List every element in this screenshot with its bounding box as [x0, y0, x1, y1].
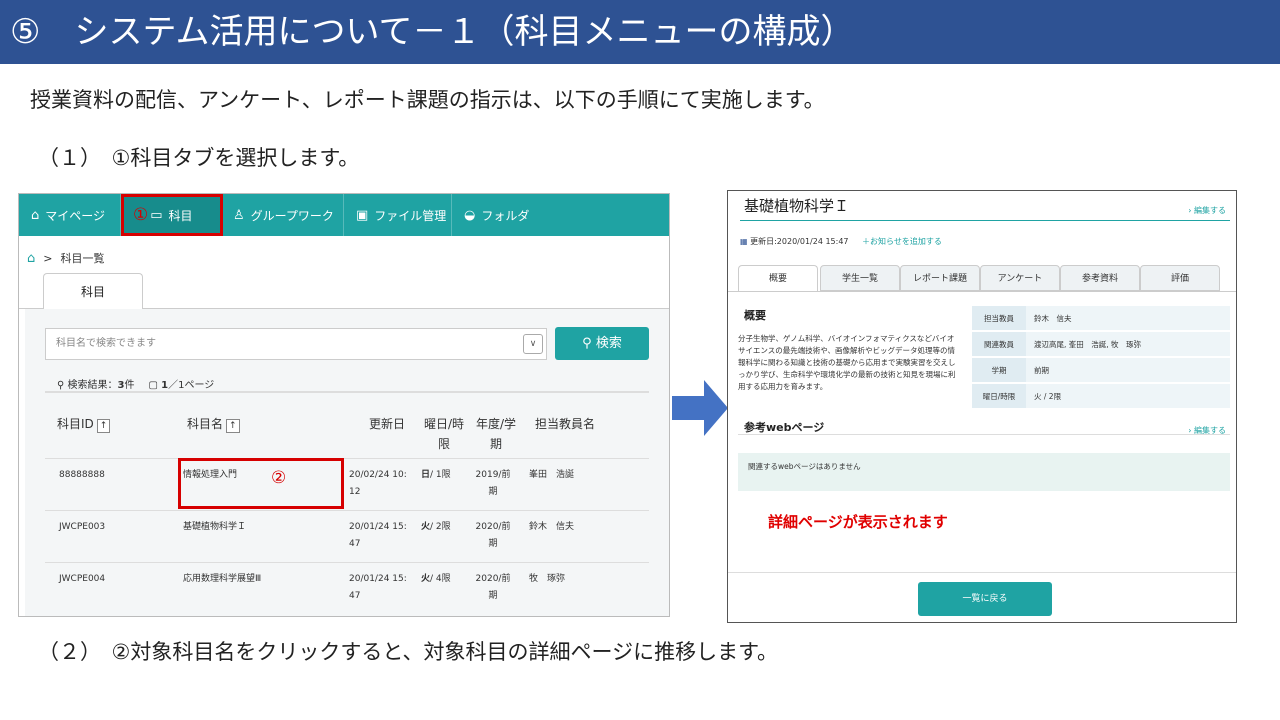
- cell-updated: 20/02/24 10: 12: [349, 470, 407, 497]
- nav-folder[interactable]: ◒ フォルダ: [452, 194, 541, 236]
- step2-text: （２） ②対象科目名をクリックすると、対象科目の詳細ページに推移します。: [38, 640, 778, 664]
- cell-year-term: 2019/前 期: [475, 470, 511, 497]
- info-row: 学期 前期: [972, 358, 1230, 384]
- cell-teacher: 峯田 浩誕: [529, 470, 575, 480]
- cell-updated: 20/01/24 15: 47: [349, 574, 407, 601]
- info-row: 関連教員 渡辺高尾, 峯田 浩誕, 牧 琢弥: [972, 332, 1230, 358]
- group-icon: ♙: [233, 207, 245, 223]
- intro-text: 授業資料の配信、アンケート、レポート課題の指示は、以下の手順にて実施します。: [30, 88, 825, 112]
- tab-materials[interactable]: 参考資料: [1060, 265, 1140, 291]
- tab-reports[interactable]: レポート課題: [900, 265, 980, 291]
- updated-date: ▦ 更新日:2020/01/24 15:47: [740, 237, 849, 246]
- breadcrumb: ⌂ > 科目一覧: [27, 250, 104, 266]
- cell-updated: 20/01/24 15: 47: [349, 522, 407, 549]
- slide-title: ⑤ システム活用について－１（科目メニューの構成）: [0, 0, 1280, 64]
- tab-overview[interactable]: 概要: [738, 265, 818, 292]
- info-row: 担当教員 鈴木 信夫: [972, 306, 1230, 332]
- page-total: ／1ページ: [168, 380, 215, 391]
- col-header-updated: 更新日: [369, 417, 406, 431]
- course-name-link[interactable]: 基礎植物科学Ｉ: [183, 519, 246, 536]
- calendar-icon: ▦: [740, 237, 748, 246]
- home-icon: ⌂: [31, 207, 40, 223]
- cell-teacher: 鈴木 信夫: [529, 522, 575, 532]
- cell-day-period: 火/ 2限: [421, 522, 451, 532]
- cell-id: JWCPE003: [59, 522, 106, 532]
- search-icon: ⚲: [57, 380, 65, 391]
- nav-label: ファイル管理: [374, 208, 447, 223]
- col-header-teacher: 担当教員名: [535, 417, 596, 431]
- course-name-link[interactable]: 応用数理科学展望Ⅲ: [183, 571, 261, 588]
- result-label: 検索結果：: [67, 380, 118, 391]
- course-title: 基礎植物科学Ｉ: [744, 197, 850, 215]
- tab-divider: [728, 291, 1236, 292]
- breadcrumb-current: 科目一覧: [60, 252, 105, 265]
- tab-students[interactable]: 学生一覧: [820, 265, 900, 291]
- overview-heading: 概要: [744, 309, 766, 322]
- col-header-name[interactable]: 科目名 ↑: [187, 414, 240, 434]
- page-icon: ▢: [148, 380, 158, 391]
- highlight-course-tab: [121, 194, 223, 236]
- nav-label: グループワーク: [250, 208, 334, 223]
- course-detail-screenshot: 基礎植物科学Ｉ › 編集する ▦ 更新日:2020/01/24 15:47 ＋お…: [727, 190, 1237, 623]
- nav-mypage[interactable]: ⌂ マイページ: [19, 194, 121, 236]
- search-icon: ⚲: [582, 336, 592, 351]
- result-count-unit: 件: [124, 380, 135, 391]
- step1-text: （１） ①科目タブを選択します。: [38, 146, 360, 170]
- nav-label: フォルダ: [481, 208, 530, 223]
- col-header-id[interactable]: 科目ID ↑: [57, 414, 111, 434]
- web-heading: 参考webページ: [744, 421, 825, 434]
- detail-notice: 詳細ページが表示されます: [768, 513, 948, 531]
- back-to-list-button[interactable]: 一覧に戻る: [918, 582, 1052, 616]
- top-nav: ⌂ マイページ ① ▭ 科目 ♙ グループワーク ▣ ファイル管理 ◒ フォルダ: [19, 194, 669, 236]
- nav-file-management[interactable]: ▣ ファイル管理: [344, 194, 452, 236]
- col-header-day-period: 曜日/時 限: [423, 417, 465, 451]
- highlight-course-name: [178, 458, 344, 509]
- cell-year-term: 2020/前 期: [475, 574, 511, 601]
- tab-grading[interactable]: 評価: [1140, 265, 1220, 291]
- table-row[interactable]: JWCPE004 応用数理科学展望Ⅲ 20/01/24 15: 47 火/ 4限…: [45, 562, 649, 614]
- search-result: ⚲ 検索結果：3件 ▢ 1／1ページ: [57, 376, 214, 391]
- sort-icon[interactable]: ↑: [96, 419, 111, 433]
- file-icon: ▣: [356, 207, 369, 223]
- edit-link[interactable]: › 編集する: [1188, 205, 1226, 216]
- cell-day-period: 火/ 4限: [421, 574, 451, 584]
- web-divider: [738, 434, 1230, 435]
- result-divider: [45, 391, 649, 393]
- chevron-right-icon: >: [43, 251, 53, 265]
- footer-divider: [728, 572, 1236, 573]
- nav-groupwork[interactable]: ♙ グループワーク: [221, 194, 344, 236]
- add-news-link[interactable]: ＋お知らせを追加する: [862, 236, 942, 247]
- table-row[interactable]: 88888888 情報処理入門 20/02/24 10: 12 日/ 1限 20…: [45, 458, 649, 510]
- course-description: 分子生物学、ゲノム科学、バイオインフォマティクスなどバイオサイエンスの最先端技術…: [738, 334, 956, 391]
- course-list-screenshot: ⌂ マイページ ① ▭ 科目 ♙ グループワーク ▣ ファイル管理 ◒ フォルダ…: [18, 193, 670, 617]
- info-row: 曜日/時限火 / 2限: [972, 384, 1230, 410]
- search-button[interactable]: ⚲ 検索: [555, 327, 649, 360]
- folder-icon: ◒: [464, 207, 476, 223]
- home-icon[interactable]: ⌂: [27, 251, 35, 266]
- course-info-table: 担当教員 鈴木 信夫 関連教員 渡辺高尾, 峯田 浩誕, 牧 琢弥 学期 前期 曜日/…: [972, 306, 1230, 410]
- cell-id: JWCPE004: [59, 574, 106, 584]
- cell-day-period: 日/ 1限: [421, 470, 451, 480]
- table-row[interactable]: JWCPE003 基礎植物科学Ｉ 20/01/24 15: 47 火/ 2限 2…: [45, 510, 649, 562]
- col-header-year-term: 年度/学 期: [475, 417, 517, 451]
- sort-icon[interactable]: ↑: [226, 419, 240, 433]
- tab-course[interactable]: 科目: [43, 273, 143, 309]
- tab-survey[interactable]: アンケート: [980, 265, 1060, 291]
- cell-teacher: 牧 琢弥: [529, 574, 566, 584]
- cell-id: 88888888: [59, 470, 105, 480]
- title-divider: [740, 220, 1230, 221]
- cell-year-term: 2020/前 期: [475, 522, 511, 549]
- right-arrow-icon: [672, 380, 728, 436]
- search-input[interactable]: 科目名で検索できます: [45, 328, 547, 360]
- search-label: 検索: [595, 336, 622, 351]
- nav-label: マイページ: [45, 208, 106, 223]
- chevron-down-icon[interactable]: ∨: [523, 334, 543, 354]
- web-empty-message: 関連するwebページはありません: [738, 453, 1230, 491]
- marker-2: ②: [271, 468, 287, 488]
